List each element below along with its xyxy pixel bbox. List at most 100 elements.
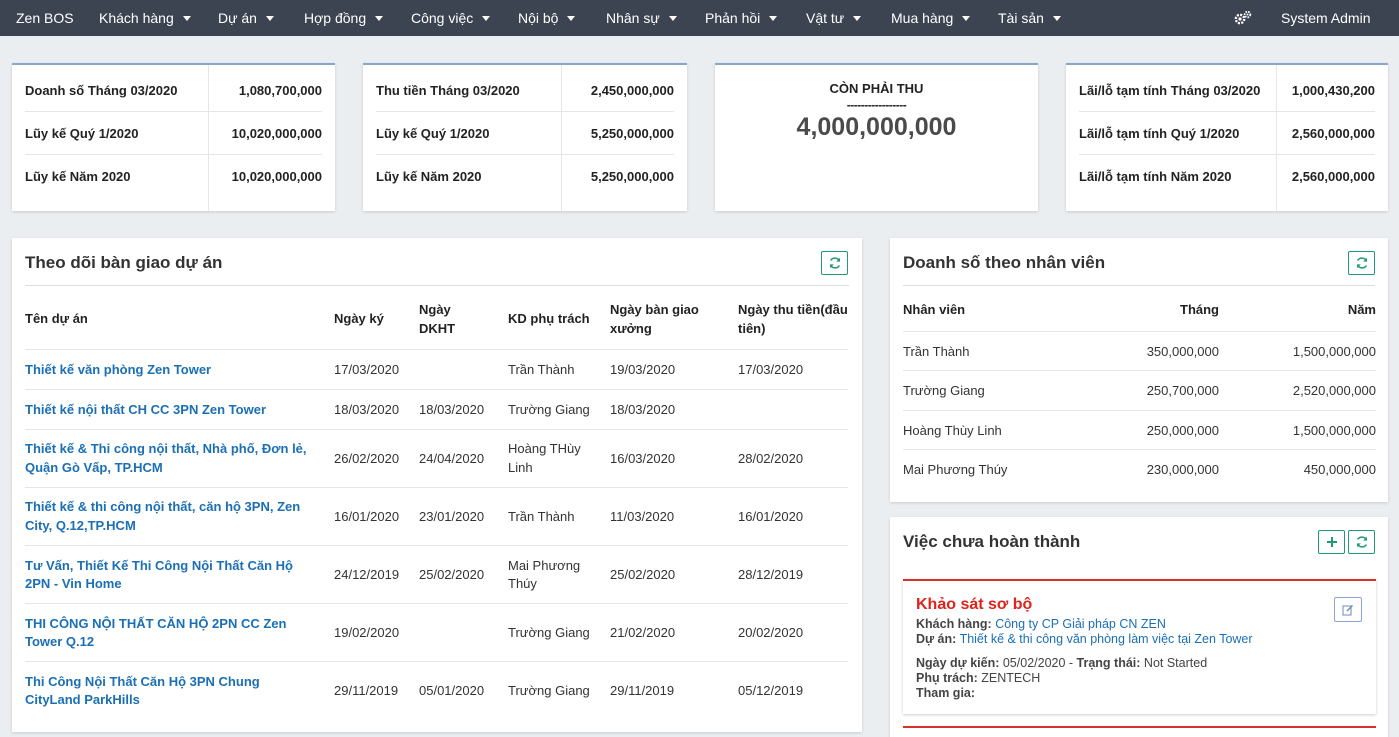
refresh-button[interactable] xyxy=(1348,530,1375,554)
owner-label: Phụ trách: xyxy=(916,671,978,685)
due-label: Ngày dự kiến: xyxy=(916,656,1000,670)
edit-task-button[interactable] xyxy=(1334,597,1362,622)
add-task-button[interactable] xyxy=(1318,530,1345,554)
stat-label: Thu tiền Tháng 03/2020 xyxy=(376,82,520,98)
project-label: Dự án: xyxy=(916,632,957,646)
col-header-dkht-2: DKHT xyxy=(419,321,456,336)
row-divider xyxy=(903,370,1376,371)
staff-year: 450,000,000 xyxy=(1303,462,1376,477)
cell-signed: 29/11/2019 xyxy=(334,683,399,698)
customer-link[interactable]: Công ty CP Giải pháp CN ZEN xyxy=(995,617,1166,631)
col-header-handover-2: xưởng xyxy=(610,321,652,336)
stat-value: 10,020,000,000 xyxy=(231,125,322,141)
project-link[interactable]: Thiết kế & thi công nội thất, căn hộ 3PN… xyxy=(25,498,300,516)
plus-icon xyxy=(1326,537,1337,547)
project-link-line2[interactable]: City, Q.12,TP.HCM xyxy=(25,517,136,535)
task-owner-line: Phụ trách: ZENTECH xyxy=(916,671,1040,685)
col-header-collect-1: Ngày thu tiền(đầu xyxy=(738,302,848,317)
row-divider xyxy=(25,389,848,390)
cell-collect: 16/01/2020 xyxy=(738,509,804,524)
stat-value: 2,560,000,000 xyxy=(1291,125,1375,141)
project-link[interactable]: Thiết kế & thi công văn phòng làm việc t… xyxy=(960,632,1253,646)
nav-label: Mua hàng xyxy=(891,10,954,26)
stat-row: Lãi/lỗ tạm tính Tháng 03/2020 1,000,430,2… xyxy=(1079,69,1375,112)
stat-row: Doanh số Tháng 03/2020 1,080,700,000 xyxy=(25,69,322,112)
refresh-icon xyxy=(829,257,840,269)
stat-row: Lũy kế Năm 2020 10,020,000,000 xyxy=(25,155,322,198)
row-divider xyxy=(903,410,1376,411)
gears-icon[interactable] xyxy=(1234,10,1252,26)
col-header-dkht-1: Ngày xyxy=(419,302,451,317)
nav-label: Vật tư xyxy=(806,10,845,26)
brand-link[interactable]: Zen BOS xyxy=(0,10,74,26)
nav-mua-hang[interactable]: Mua hàng xyxy=(891,10,971,26)
stat-row: Thu tiền Tháng 03/2020 2,450,000,000 xyxy=(376,69,674,112)
due-date: 05/02/2020 xyxy=(1002,656,1066,670)
row-divider xyxy=(25,545,848,546)
task-title[interactable]: Khảo sát sơ bộ xyxy=(916,596,1032,614)
col-header-year: Năm xyxy=(1347,302,1376,317)
col-header-signed: Ngày ký xyxy=(334,311,384,326)
nav-du-an[interactable]: Dự án xyxy=(218,10,274,26)
project-link[interactable]: Thiết kế & Thi công nội thất, Nhà phố, Đ… xyxy=(25,440,307,458)
stat-label: Lũy kế Năm 2020 xyxy=(25,169,131,184)
project-link[interactable]: Thiết kế văn phòng Zen Tower xyxy=(25,361,211,379)
receivable-value: 4,000,000,000 xyxy=(796,113,957,141)
cell-kd: Trần Thành xyxy=(508,509,575,524)
receivable-divider: ----------------- xyxy=(846,98,907,112)
nav-label: Phản hồi xyxy=(705,10,761,26)
col-header-kd: KD phụ trách xyxy=(508,311,590,326)
project-link-line2[interactable]: CityLand ParkHills xyxy=(25,691,140,709)
user-menu[interactable]: System Admin xyxy=(1281,10,1370,26)
join-label: Tham gia: xyxy=(916,686,976,700)
refresh-button[interactable] xyxy=(821,251,848,275)
staff-month: 350,000,000 xyxy=(1146,344,1219,359)
staff-year: 1,500,000,000 xyxy=(1292,423,1376,438)
stat-value: 2,560,000,000 xyxy=(1291,169,1375,184)
stat-label: Lũy kế Năm 2020 xyxy=(376,169,482,184)
nav-label: Dự án xyxy=(218,10,257,26)
stat-label: Doanh số Tháng 03/2020 xyxy=(25,82,178,98)
nav-nhan-su[interactable]: Nhân sự xyxy=(606,10,677,26)
cell-kd: Trường Giang xyxy=(508,625,590,640)
cell-kd-line2: Linh xyxy=(508,460,533,475)
stat-row: Lãi/lỗ tạm tính Năm 2020 2,560,000,000 xyxy=(1079,155,1375,198)
project-link-line2[interactable]: Tower Q.12 xyxy=(25,633,94,651)
edit-icon xyxy=(1342,604,1353,615)
task-due-line: Ngày dự kiến: 05/02/2020 - Trạng thái: N… xyxy=(916,656,1207,670)
project-link[interactable]: Tư Vấn, Thiết Kế Thi Công Nội Thất Căn H… xyxy=(25,557,293,575)
stat-row: Lũy kế Quý 1/2020 5,250,000,000 xyxy=(376,112,674,155)
cell-handover: 16/03/2020 xyxy=(610,451,676,466)
task-customer-line: Khách hàng: Công ty CP Giải pháp CN ZEN xyxy=(916,617,1166,631)
nav-vat-tu[interactable]: Vật tư xyxy=(806,10,862,26)
nav-phan-hoi[interactable]: Phản hồi xyxy=(705,10,778,26)
nav-tai-san[interactable]: Tài sản xyxy=(998,10,1061,26)
row-divider xyxy=(25,349,848,350)
refresh-button[interactable] xyxy=(1348,251,1375,275)
status-label: Trạng thái: xyxy=(1076,656,1141,670)
project-link-line2[interactable]: Quận Gò Vấp, TP.HCM xyxy=(25,459,163,477)
project-link[interactable]: THI CÔNG NỘI THẤT CĂN HỘ 2PN CC Zen xyxy=(25,615,286,633)
stat-label: Lũy kế Quý 1/2020 xyxy=(376,125,490,141)
stat-label: Lãi/lỗ tạm tính Năm 2020 xyxy=(1079,169,1232,184)
caret-down-icon xyxy=(853,15,862,21)
cell-signed: 17/03/2020 xyxy=(334,362,400,377)
cell-dkht: 23/01/2020 xyxy=(419,509,485,524)
nav-hop-dong[interactable]: Hợp đồng xyxy=(304,10,384,26)
project-link-line2[interactable]: 2PN - Vin Home xyxy=(25,575,122,593)
staff-name: Mai Phương Thúy xyxy=(903,462,1008,477)
cell-dkht: 24/04/2020 xyxy=(419,451,485,466)
col-header-collect-2: tiên) xyxy=(738,321,766,336)
cell-handover: 29/11/2019 xyxy=(610,683,675,698)
stat-value: 1,000,430,200 xyxy=(1291,82,1375,98)
project-link[interactable]: Thi Công Nội Thất Căn Hộ 3PN Chung xyxy=(25,673,260,691)
task-join-line: Tham gia: xyxy=(916,686,975,700)
project-link[interactable]: Thiết kế nội thất CH CC 3PN Zen Tower xyxy=(25,401,266,419)
cell-collect: 28/12/2019 xyxy=(738,567,804,582)
nav-khach-hang[interactable]: Khách hàng xyxy=(99,10,191,26)
nav-noi-bo[interactable]: Nội bộ xyxy=(518,10,576,26)
nav-cong-viec[interactable]: Công việc xyxy=(411,10,491,26)
stat-value: 2,450,000,000 xyxy=(590,82,674,98)
cell-collect: 28/02/2020 xyxy=(738,451,804,466)
cell-handover: 11/03/2020 xyxy=(610,509,675,524)
